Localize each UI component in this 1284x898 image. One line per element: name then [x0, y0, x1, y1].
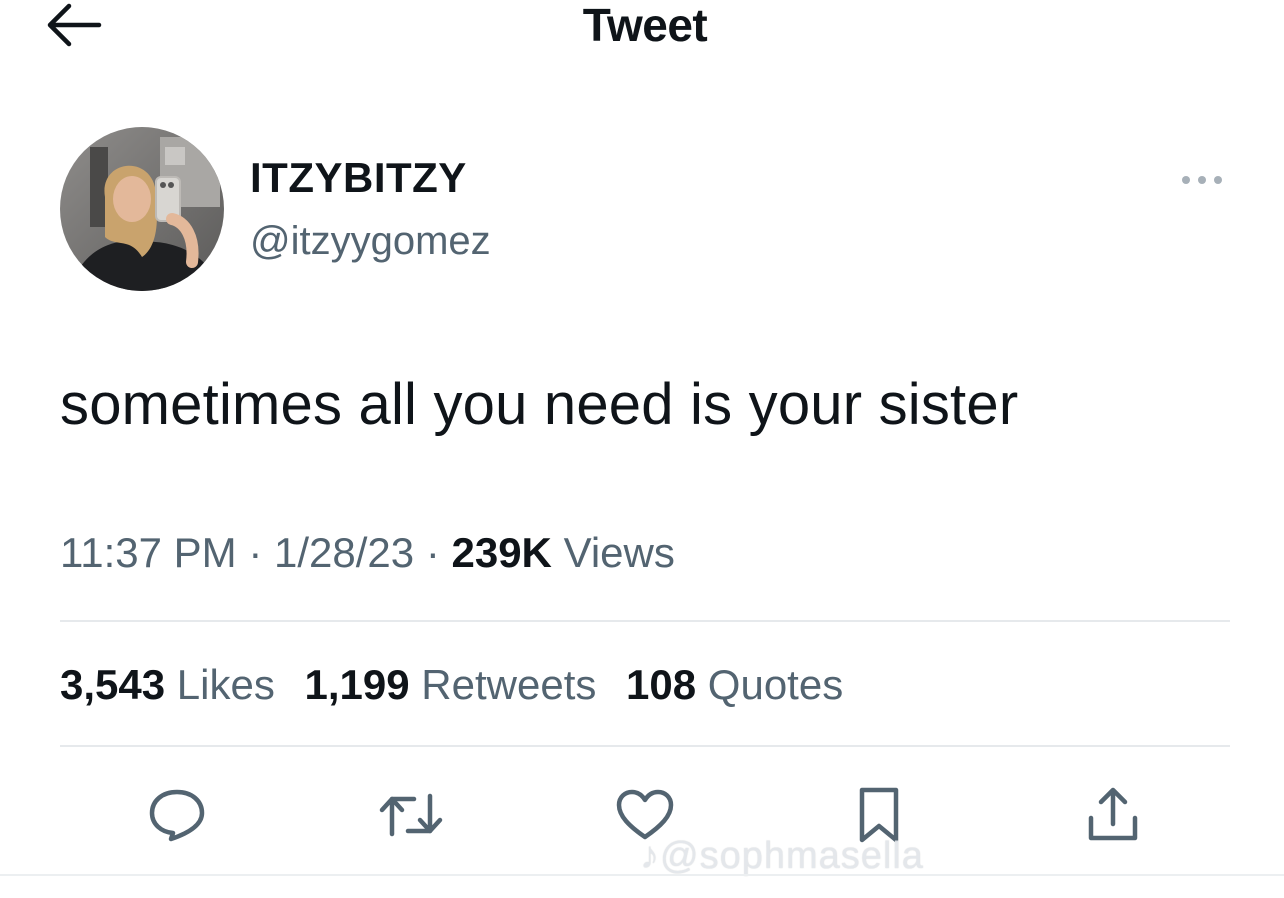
tweet-stats: 3,543 Likes 1,199 Retweets 108 Quotes [60, 658, 861, 712]
share-icon [1088, 787, 1138, 841]
views-count: 239K [451, 529, 552, 576]
likes-stat[interactable]: 3,543 Likes [60, 661, 275, 708]
likes-label: Likes [176, 661, 275, 708]
retweet-icon [379, 793, 443, 837]
retweets-stat[interactable]: 1,199 Retweets [305, 661, 597, 708]
comment-icon [149, 789, 205, 842]
more-icon [1182, 176, 1222, 184]
quotes-label: Quotes [707, 661, 844, 708]
author-handle[interactable]: @itzyygomez [250, 216, 491, 266]
tweet-meta: 11:37 PM · 1/28/23 · 239K Views [60, 526, 675, 580]
tweet-text: sometimes all you need is your sister [60, 372, 1019, 437]
retweets-label: Retweets [421, 661, 597, 708]
page-title: Tweet [582, 0, 708, 51]
tweet-author: ITZYBITZY @itzyygomez [60, 127, 1230, 293]
likes-count: 3,543 [60, 661, 166, 708]
top-bar: Tweet [0, 0, 1284, 60]
quotes-stat[interactable]: 108 Quotes [626, 661, 843, 708]
divider [60, 745, 1230, 747]
reply-button[interactable] [142, 780, 212, 850]
share-button[interactable] [1078, 780, 1148, 850]
watermark: ♪@sophmasella [640, 835, 924, 877]
more-options-button[interactable] [1172, 165, 1232, 195]
tweet-time[interactable]: 11:37 PM [60, 529, 237, 576]
avatar[interactable] [60, 127, 224, 291]
meta-separator: · [425, 529, 440, 576]
retweets-count: 1,199 [304, 661, 410, 708]
bottom-border [0, 874, 1284, 876]
meta-separator: · [248, 529, 263, 576]
views-label: Views [563, 529, 675, 576]
profile-photo [60, 127, 224, 291]
retweet-button[interactable] [376, 780, 446, 850]
author-display-name[interactable]: ITZYBITZY [250, 153, 467, 203]
quotes-count: 108 [626, 661, 697, 708]
divider [60, 620, 1230, 622]
tweet-date[interactable]: 1/28/23 [274, 529, 414, 576]
